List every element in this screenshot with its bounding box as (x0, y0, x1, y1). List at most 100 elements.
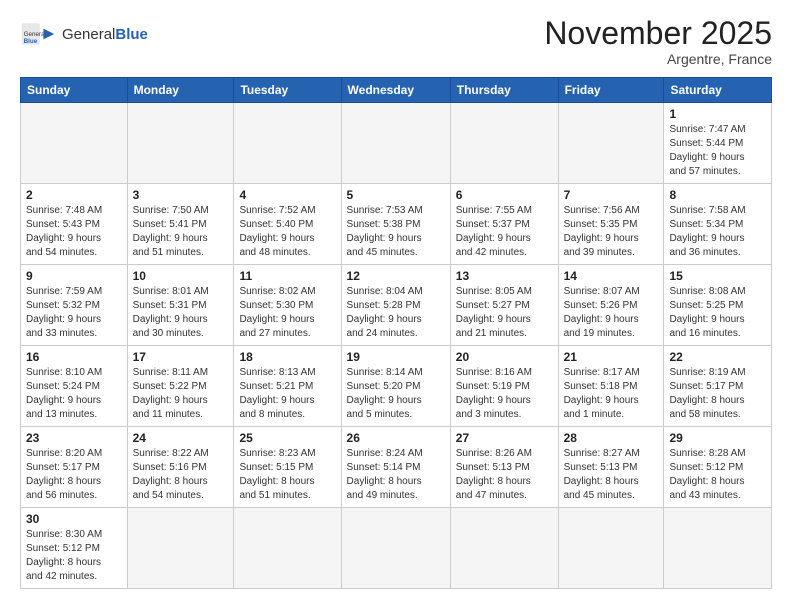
calendar-header-row: Sunday Monday Tuesday Wednesday Thursday… (21, 78, 772, 103)
day-info: Sunrise: 8:17 AM Sunset: 5:18 PM Dayligh… (564, 366, 659, 422)
day-info: Sunrise: 8:13 AM Sunset: 5:21 PM Dayligh… (239, 366, 335, 422)
calendar-cell-w2d5: 14Sunrise: 8:07 AM Sunset: 5:26 PM Dayli… (558, 265, 664, 346)
calendar-table: Sunday Monday Tuesday Wednesday Thursday… (20, 77, 772, 589)
day-info: Sunrise: 8:24 AM Sunset: 5:14 PM Dayligh… (347, 447, 445, 503)
calendar-cell-w3d0: 16 Sunrise: 8:10 AM Sunset: 5:24 PM Dayli… (21, 346, 128, 427)
svg-text:General: General (24, 31, 46, 38)
calendar-cell-w1d4: 6 Sunrise: 7:55 AM Sunset: 5:37 PM Daylig… (450, 184, 558, 265)
calendar-week-0: 1 Sunrise: 7:47 AM Sunset: 5:44 PM Daylig… (21, 103, 772, 184)
day-number: 26 (347, 431, 445, 445)
calendar-cell-w0d6: 1 Sunrise: 7:47 AM Sunset: 5:44 PM Daylig… (664, 103, 772, 184)
day-info: Sunrise: 8:11 AM Sunset: 5:22 PM Dayligh… (133, 366, 229, 422)
day-info: Sunrise: 8:22 AM Sunset: 5:16 PM Dayligh… (133, 447, 229, 503)
day-number: 21 (564, 350, 659, 364)
calendar-cell-w2d6: 15 Sunrise: 8:08 AM Sunset: 5:25 PM Dayli… (664, 265, 772, 346)
calendar-week-3: 16 Sunrise: 8:10 AM Sunset: 5:24 PM Dayli… (21, 346, 772, 427)
day-info: Sunrise: 7:58 AM Sunset: 5:34 PM Dayligh… (669, 204, 766, 260)
day-info: Sunrise: 7:56 AM Sunset: 5:35 PM Dayligh… (564, 204, 659, 260)
logo-icon: General Blue (20, 16, 56, 52)
month-title: November 2025 (544, 16, 772, 51)
svg-text:Blue: Blue (24, 38, 38, 45)
calendar-cell-w4d1: 24 Sunrise: 8:22 AM Sunset: 5:16 PM Dayli… (127, 427, 234, 508)
calendar-cell-w2d3: 12Sunrise: 8:04 AM Sunset: 5:28 PM Dayli… (341, 265, 450, 346)
header-monday: Monday (127, 78, 234, 103)
header-tuesday: Tuesday (234, 78, 341, 103)
calendar-week-1: 2Sunrise: 7:48 AM Sunset: 5:43 PM Daylig… (21, 184, 772, 265)
calendar-cell-w3d2: 18 Sunrise: 8:13 AM Sunset: 5:21 PM Dayli… (234, 346, 341, 427)
calendar-cell-w1d0: 2Sunrise: 7:48 AM Sunset: 5:43 PM Daylig… (21, 184, 128, 265)
day-info: Sunrise: 7:55 AM Sunset: 5:37 PM Dayligh… (456, 204, 553, 260)
day-number: 30 (26, 512, 122, 526)
calendar-cell-w3d5: 21 Sunrise: 8:17 AM Sunset: 5:18 PM Dayli… (558, 346, 664, 427)
calendar-cell-w5d4 (450, 508, 558, 589)
calendar-cell-w5d5 (558, 508, 664, 589)
day-info: Sunrise: 7:50 AM Sunset: 5:41 PM Dayligh… (133, 204, 229, 260)
day-info: Sunrise: 8:30 AM Sunset: 5:12 PM Dayligh… (26, 528, 122, 584)
day-number: 20 (456, 350, 553, 364)
calendar-week-2: 9 Sunrise: 7:59 AM Sunset: 5:32 PM Daylig… (21, 265, 772, 346)
logo-text: GeneralBlue (62, 26, 148, 43)
calendar-cell-w2d1: 10 Sunrise: 8:01 AM Sunset: 5:31 PM Dayli… (127, 265, 234, 346)
day-number: 16 (26, 350, 122, 364)
day-info: Sunrise: 8:08 AM Sunset: 5:25 PM Dayligh… (669, 285, 766, 341)
day-number: 18 (239, 350, 335, 364)
day-info: Sunrise: 8:20 AM Sunset: 5:17 PM Dayligh… (26, 447, 122, 503)
day-info: Sunrise: 7:47 AM Sunset: 5:44 PM Dayligh… (669, 123, 766, 179)
calendar-cell-w5d1 (127, 508, 234, 589)
header-thursday: Thursday (450, 78, 558, 103)
calendar-cell-w4d3: 26 Sunrise: 8:24 AM Sunset: 5:14 PM Dayli… (341, 427, 450, 508)
header: General Blue GeneralBlue November 2025 A… (20, 16, 772, 67)
day-info: Sunrise: 8:28 AM Sunset: 5:12 PM Dayligh… (669, 447, 766, 503)
day-number: 24 (133, 431, 229, 445)
day-number: 17 (133, 350, 229, 364)
calendar-cell-w3d1: 17 Sunrise: 8:11 AM Sunset: 5:22 PM Dayli… (127, 346, 234, 427)
day-number: 14 (564, 269, 659, 283)
day-info: Sunrise: 8:02 AM Sunset: 5:30 PM Dayligh… (239, 285, 335, 341)
calendar-cell-w0d1 (127, 103, 234, 184)
calendar-cell-w1d5: 7 Sunrise: 7:56 AM Sunset: 5:35 PM Daylig… (558, 184, 664, 265)
calendar-cell-w5d0: 30 Sunrise: 8:30 AM Sunset: 5:12 PM Dayli… (21, 508, 128, 589)
day-number: 11 (239, 269, 335, 283)
day-number: 5 (347, 188, 445, 202)
calendar-week-4: 23 Sunrise: 8:20 AM Sunset: 5:17 PM Dayli… (21, 427, 772, 508)
day-number: 28 (564, 431, 659, 445)
calendar-cell-w3d6: 22Sunrise: 8:19 AM Sunset: 5:17 PM Dayli… (664, 346, 772, 427)
day-info: Sunrise: 8:23 AM Sunset: 5:15 PM Dayligh… (239, 447, 335, 503)
day-info: Sunrise: 8:10 AM Sunset: 5:24 PM Dayligh… (26, 366, 122, 422)
day-number: 6 (456, 188, 553, 202)
calendar-cell-w0d3 (341, 103, 450, 184)
day-number: 2 (26, 188, 122, 202)
day-info: Sunrise: 7:59 AM Sunset: 5:32 PM Dayligh… (26, 285, 122, 341)
calendar-cell-w1d3: 5 Sunrise: 7:53 AM Sunset: 5:38 PM Daylig… (341, 184, 450, 265)
calendar-cell-w4d0: 23 Sunrise: 8:20 AM Sunset: 5:17 PM Dayli… (21, 427, 128, 508)
day-number: 23 (26, 431, 122, 445)
day-number: 1 (669, 107, 766, 121)
calendar-cell-w5d6 (664, 508, 772, 589)
calendar-cell-w2d0: 9 Sunrise: 7:59 AM Sunset: 5:32 PM Daylig… (21, 265, 128, 346)
day-info: Sunrise: 8:16 AM Sunset: 5:19 PM Dayligh… (456, 366, 553, 422)
header-wednesday: Wednesday (341, 78, 450, 103)
calendar-cell-w0d2 (234, 103, 341, 184)
day-number: 9 (26, 269, 122, 283)
day-info: Sunrise: 8:01 AM Sunset: 5:31 PM Dayligh… (133, 285, 229, 341)
calendar-cell-w4d2: 25Sunrise: 8:23 AM Sunset: 5:15 PM Dayli… (234, 427, 341, 508)
calendar-cell-w4d5: 28Sunrise: 8:27 AM Sunset: 5:13 PM Dayli… (558, 427, 664, 508)
calendar-cell-w1d1: 3 Sunrise: 7:50 AM Sunset: 5:41 PM Daylig… (127, 184, 234, 265)
day-info: Sunrise: 8:14 AM Sunset: 5:20 PM Dayligh… (347, 366, 445, 422)
calendar-cell-w0d4 (450, 103, 558, 184)
day-number: 15 (669, 269, 766, 283)
calendar-cell-w2d2: 11 Sunrise: 8:02 AM Sunset: 5:30 PM Dayli… (234, 265, 341, 346)
logo: General Blue GeneralBlue (20, 16, 148, 52)
day-number: 29 (669, 431, 766, 445)
day-number: 19 (347, 350, 445, 364)
day-number: 10 (133, 269, 229, 283)
calendar-cell-w1d6: 8Sunrise: 7:58 AM Sunset: 5:34 PM Daylig… (664, 184, 772, 265)
calendar-cell-w3d4: 20 Sunrise: 8:16 AM Sunset: 5:19 PM Dayli… (450, 346, 558, 427)
day-info: Sunrise: 7:53 AM Sunset: 5:38 PM Dayligh… (347, 204, 445, 260)
day-number: 4 (239, 188, 335, 202)
calendar-cell-w3d3: 19 Sunrise: 8:14 AM Sunset: 5:20 PM Dayli… (341, 346, 450, 427)
calendar-cell-w1d2: 4Sunrise: 7:52 AM Sunset: 5:40 PM Daylig… (234, 184, 341, 265)
day-number: 3 (133, 188, 229, 202)
day-number: 7 (564, 188, 659, 202)
calendar-cell-w5d3 (341, 508, 450, 589)
